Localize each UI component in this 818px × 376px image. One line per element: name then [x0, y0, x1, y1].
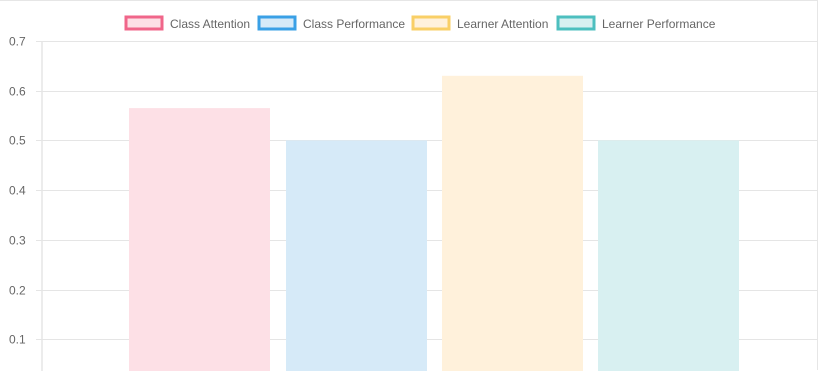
y-tick-label: 0.4: [9, 184, 26, 198]
legend-swatch: [556, 15, 596, 31]
legend-label: Learner Performance: [602, 17, 716, 31]
y-tick-label: 0.2: [9, 284, 26, 298]
legend-label: Learner Attention: [457, 17, 548, 31]
bar-learner-performance[interactable]: [598, 140, 739, 371]
legend-item-learner-performance[interactable]: Learner Performance: [556, 15, 716, 31]
legend-label: Class Performance: [303, 17, 405, 31]
y-tick-label: 0.6: [9, 85, 26, 99]
bar-chart: 0.1 0.2 0.3 0.4 0.5 0.6 0.7 Class Attention Cla…: [0, 0, 818, 371]
bar-learner-attention[interactable]: [442, 75, 583, 371]
y-tick-label: 0.7: [9, 35, 26, 49]
legend-label: Class Attention: [170, 17, 250, 31]
bar-class-performance[interactable]: [286, 140, 427, 371]
y-tick-label: 0.3: [9, 234, 26, 248]
y-tick-label: 0.1: [9, 333, 26, 347]
chart-canvas: 0.10.20.30.40.50.60.7 Class Attention Cla…: [9, 15, 818, 371]
legend-swatch: [411, 15, 451, 31]
legend-item-class-performance[interactable]: Class Performance: [257, 15, 405, 31]
bar-class-attention[interactable]: [129, 108, 270, 371]
y-tick-label: 0.5: [9, 134, 26, 148]
legend[interactable]: Class Attention Class Performance Learner …: [124, 15, 716, 31]
bars: [129, 75, 739, 371]
legend-item-class-attention[interactable]: Class Attention: [124, 15, 250, 31]
legend-swatch: [124, 15, 164, 31]
legend-swatch: [257, 15, 297, 31]
legend-item-learner-attention[interactable]: Learner Attention: [411, 15, 548, 31]
y-axis-ticks: 0.1 0.2 0.3 0.4 0.5 0.6 0.7: [9, 35, 26, 347]
